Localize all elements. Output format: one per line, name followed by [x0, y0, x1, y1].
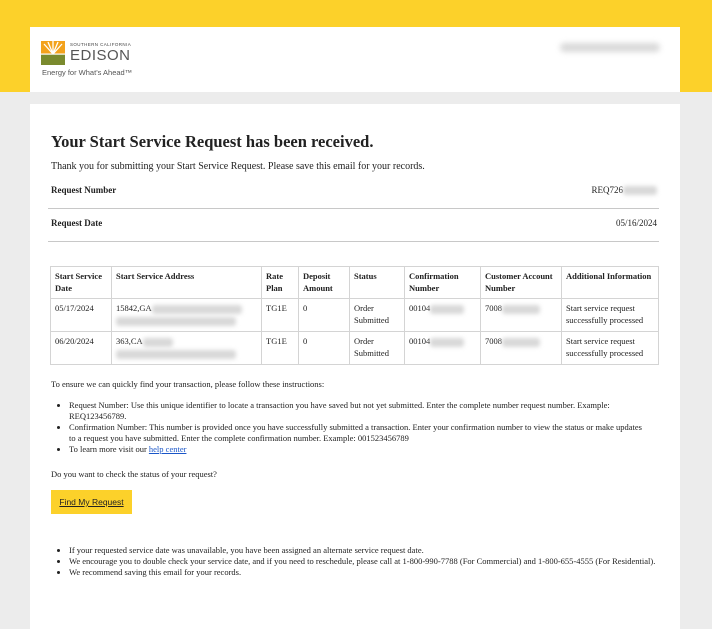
column-header: Customer Account Number [480, 266, 562, 299]
redacted-text [116, 316, 236, 326]
address-cell: 15842,GA [111, 298, 262, 332]
page-title: Your Start Service Request has been rece… [51, 132, 374, 151]
table-cell-text: 7008 [485, 303, 502, 313]
confirmation-cell: 00104 [404, 298, 481, 332]
table-cell: Start service request successfully proce… [561, 298, 659, 332]
list-item: If your requested service date was unava… [69, 545, 669, 556]
account-cell: 7008 [480, 331, 562, 365]
list-item: We recommend saving this email for your … [69, 567, 669, 578]
column-header: Start Service Address [111, 266, 262, 299]
column-header: Confirmation Number [404, 266, 481, 299]
redacted-text [151, 304, 242, 314]
table-header-row: Start Service Date Start Service Address… [50, 266, 659, 299]
table-cell: TG1E [261, 298, 299, 332]
redacted-text [430, 304, 465, 314]
table-cell: Order Submitted [349, 331, 405, 365]
list-item: Confirmation Number: This number is prov… [69, 422, 649, 444]
request-number-value: REQ726 [591, 185, 657, 196]
confirmation-cell: 00104 [404, 331, 481, 365]
request-number-label: Request Number [51, 185, 117, 195]
table-cell-text: 15842,GA [116, 303, 152, 313]
address-cell: 363,CA [111, 331, 262, 365]
redacted-text [116, 349, 236, 359]
table-cell-text: 00104 [409, 303, 431, 313]
check-status-question: Do you want to check the status of your … [51, 469, 217, 479]
request-date-value: 05/16/2024 [615, 218, 657, 228]
edison-logo: SOUTHERN CALIFORNIA EDISON Energy for Wh… [41, 41, 151, 81]
service-request-table: Start Service Date Start Service Address… [50, 266, 659, 365]
list-item: We encourage you to double check your se… [69, 556, 669, 567]
table-cell: Order Submitted [349, 298, 405, 332]
column-header: Additional Information [561, 266, 659, 299]
request-date-label: Request Date [51, 218, 103, 228]
request-date-row: Request Date 05/16/2024 [48, 208, 659, 242]
list-item: Request Number: Use this unique identifi… [69, 400, 649, 422]
redacted-text [142, 337, 173, 347]
redacted-text [430, 337, 465, 347]
help-text: To learn more visit our [69, 444, 149, 454]
column-header: Start Service Date [50, 266, 112, 299]
table-cell: 0 [298, 298, 350, 332]
column-header: Status [349, 266, 405, 299]
email-header: SOUTHERN CALIFORNIA EDISON Energy for Wh… [30, 27, 680, 92]
table-cell: Start service request successfully proce… [561, 331, 659, 365]
redacted-text [502, 304, 540, 314]
list-item: To learn more visit our help center [69, 444, 649, 455]
notes-list: If your requested service date was unava… [51, 545, 669, 578]
thank-you-message: Thank you for submitting your Start Serv… [51, 161, 425, 172]
edison-logo-icon [41, 41, 65, 65]
table-cell: 06/20/2024 [50, 331, 112, 365]
instructions-list: Request Number: Use this unique identifi… [51, 400, 649, 455]
email-body: Your Start Service Request has been rece… [30, 104, 680, 629]
table-row: 06/20/2024 363,CA TG1E 0 Order Submitted… [50, 331, 659, 365]
request-number-row: Request Number REQ726 [48, 175, 659, 209]
redacted-account-name [560, 43, 660, 52]
table-row: 05/17/2024 15842,GA TG1E 0 Order Submitt… [50, 298, 659, 332]
help-center-link[interactable]: help center [149, 444, 187, 454]
logo-tagline: Energy for What's Ahead™ [42, 68, 133, 77]
table-cell: TG1E [261, 331, 299, 365]
column-header: Deposit Amount [298, 266, 350, 299]
table-cell-text: 00104 [409, 336, 431, 346]
table-cell-text: 363,CA [116, 336, 143, 346]
redacted-text [623, 186, 657, 196]
redacted-text [502, 337, 540, 347]
request-number-text: REQ726 [591, 185, 624, 195]
table-cell: 05/17/2024 [50, 298, 112, 332]
find-my-request-button[interactable]: Find My Request [51, 490, 132, 514]
instructions-intro: To ensure we can quickly find your trans… [51, 379, 325, 389]
table-cell: 0 [298, 331, 350, 365]
account-cell: 7008 [480, 298, 562, 332]
logo-name: EDISON [70, 47, 131, 64]
table-cell-text: 7008 [485, 336, 502, 346]
column-header: Rate Plan [261, 266, 299, 299]
